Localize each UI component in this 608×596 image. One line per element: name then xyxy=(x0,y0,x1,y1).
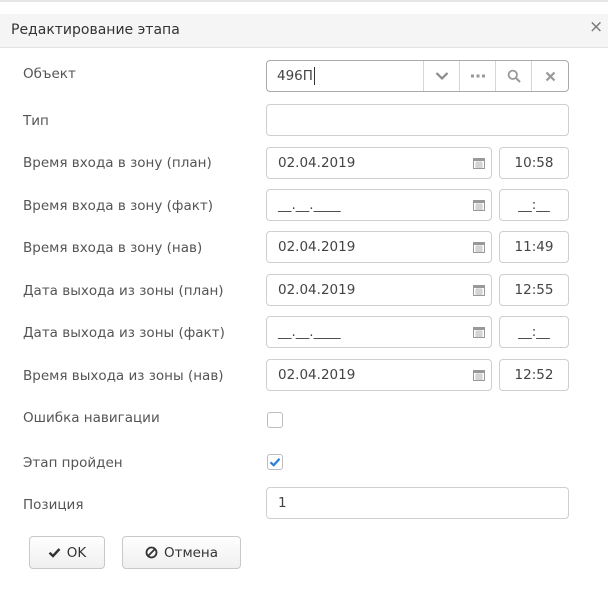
text-cursor xyxy=(314,67,315,85)
entry-plan-label: Время входа в зону (план) xyxy=(23,155,212,171)
object-label: Объект xyxy=(23,66,76,82)
exit-plan-time-input[interactable]: 12:55 xyxy=(499,274,569,306)
ellipsis-icon[interactable] xyxy=(460,61,495,91)
chevron-down-icon[interactable] xyxy=(424,61,459,91)
object-combobox[interactable]: 496П xyxy=(266,60,569,92)
entry-plan-date-input[interactable]: 02.04.2019 xyxy=(266,147,492,179)
type-input[interactable] xyxy=(266,104,569,136)
nav-error-label: Ошибка навигации xyxy=(23,410,160,426)
dialog-title: Редактирование этапа xyxy=(11,22,180,38)
exit-fact-label: Дата выхода из зоны (факт) xyxy=(23,325,225,341)
exit-nav-label: Время выхода из зоны (нав) xyxy=(23,368,224,384)
calendar-icon[interactable] xyxy=(467,317,491,347)
cancel-button[interactable]: Отмена xyxy=(122,536,241,569)
exit-plan-date-input[interactable]: 02.04.2019 xyxy=(266,274,492,306)
stage-passed-label: Этап пройден xyxy=(23,455,123,471)
calendar-icon[interactable] xyxy=(467,190,491,220)
position-label: Позиция xyxy=(23,497,84,513)
cancel-button-label: Отмена xyxy=(163,544,219,561)
check-icon xyxy=(48,548,61,558)
calendar-icon[interactable] xyxy=(467,232,491,262)
type-label: Тип xyxy=(23,113,49,129)
exit-plan-label: Дата выхода из зоны (план) xyxy=(23,283,224,299)
entry-fact-date-value: __.__.____ xyxy=(278,197,341,213)
exit-fact-time-value: __:__ xyxy=(518,324,550,340)
dialog-titlebar: Редактирование этапа × xyxy=(0,14,608,48)
entry-plan-time-value: 10:58 xyxy=(514,155,554,171)
entry-plan-date-value: 02.04.2019 xyxy=(278,155,356,171)
entry-fact-date-input[interactable]: __.__.____ xyxy=(266,189,492,221)
calendar-icon[interactable] xyxy=(467,360,491,390)
exit-fact-date-input[interactable]: __.__.____ xyxy=(266,316,492,348)
search-icon[interactable] xyxy=(496,61,531,91)
nav-error-checkbox[interactable] xyxy=(267,412,283,428)
position-value: 1 xyxy=(278,495,287,511)
exit-plan-date-value: 02.04.2019 xyxy=(278,282,356,298)
exit-fact-date-value: __.__.____ xyxy=(278,324,341,340)
entry-nav-time-input[interactable]: 11:49 xyxy=(499,231,569,263)
stage-passed-checkbox[interactable] xyxy=(267,454,283,470)
position-input[interactable]: 1 xyxy=(266,487,569,519)
entry-nav-time-value: 11:49 xyxy=(514,239,554,255)
entry-nav-date-input[interactable]: 02.04.2019 xyxy=(266,231,492,263)
entry-fact-label: Время входа в зону (факт) xyxy=(23,198,213,214)
exit-nav-time-input[interactable]: 12:52 xyxy=(499,359,569,391)
entry-fact-time-input[interactable]: __:__ xyxy=(499,189,569,221)
ok-button[interactable]: OK xyxy=(29,536,105,569)
check-icon xyxy=(269,458,281,467)
close-icon[interactable]: × xyxy=(589,19,603,36)
exit-nav-time-value: 12:52 xyxy=(514,367,554,383)
calendar-icon[interactable] xyxy=(467,275,491,305)
window-top-border xyxy=(0,0,608,2)
entry-plan-time-input[interactable]: 10:58 xyxy=(499,147,569,179)
exit-plan-time-value: 12:55 xyxy=(514,282,554,298)
ban-icon xyxy=(145,546,158,559)
clear-icon[interactable] xyxy=(532,61,568,91)
object-input[interactable]: 496П xyxy=(277,68,313,84)
entry-nav-label: Время входа в зону (нав) xyxy=(23,240,203,256)
ok-button-label: OK xyxy=(66,544,87,561)
calendar-icon[interactable] xyxy=(467,148,491,178)
entry-fact-time-value: __:__ xyxy=(518,197,550,213)
exit-fact-time-input[interactable]: __:__ xyxy=(499,316,569,348)
exit-nav-date-value: 02.04.2019 xyxy=(278,367,356,383)
exit-nav-date-input[interactable]: 02.04.2019 xyxy=(266,359,492,391)
entry-nav-date-value: 02.04.2019 xyxy=(278,239,356,255)
